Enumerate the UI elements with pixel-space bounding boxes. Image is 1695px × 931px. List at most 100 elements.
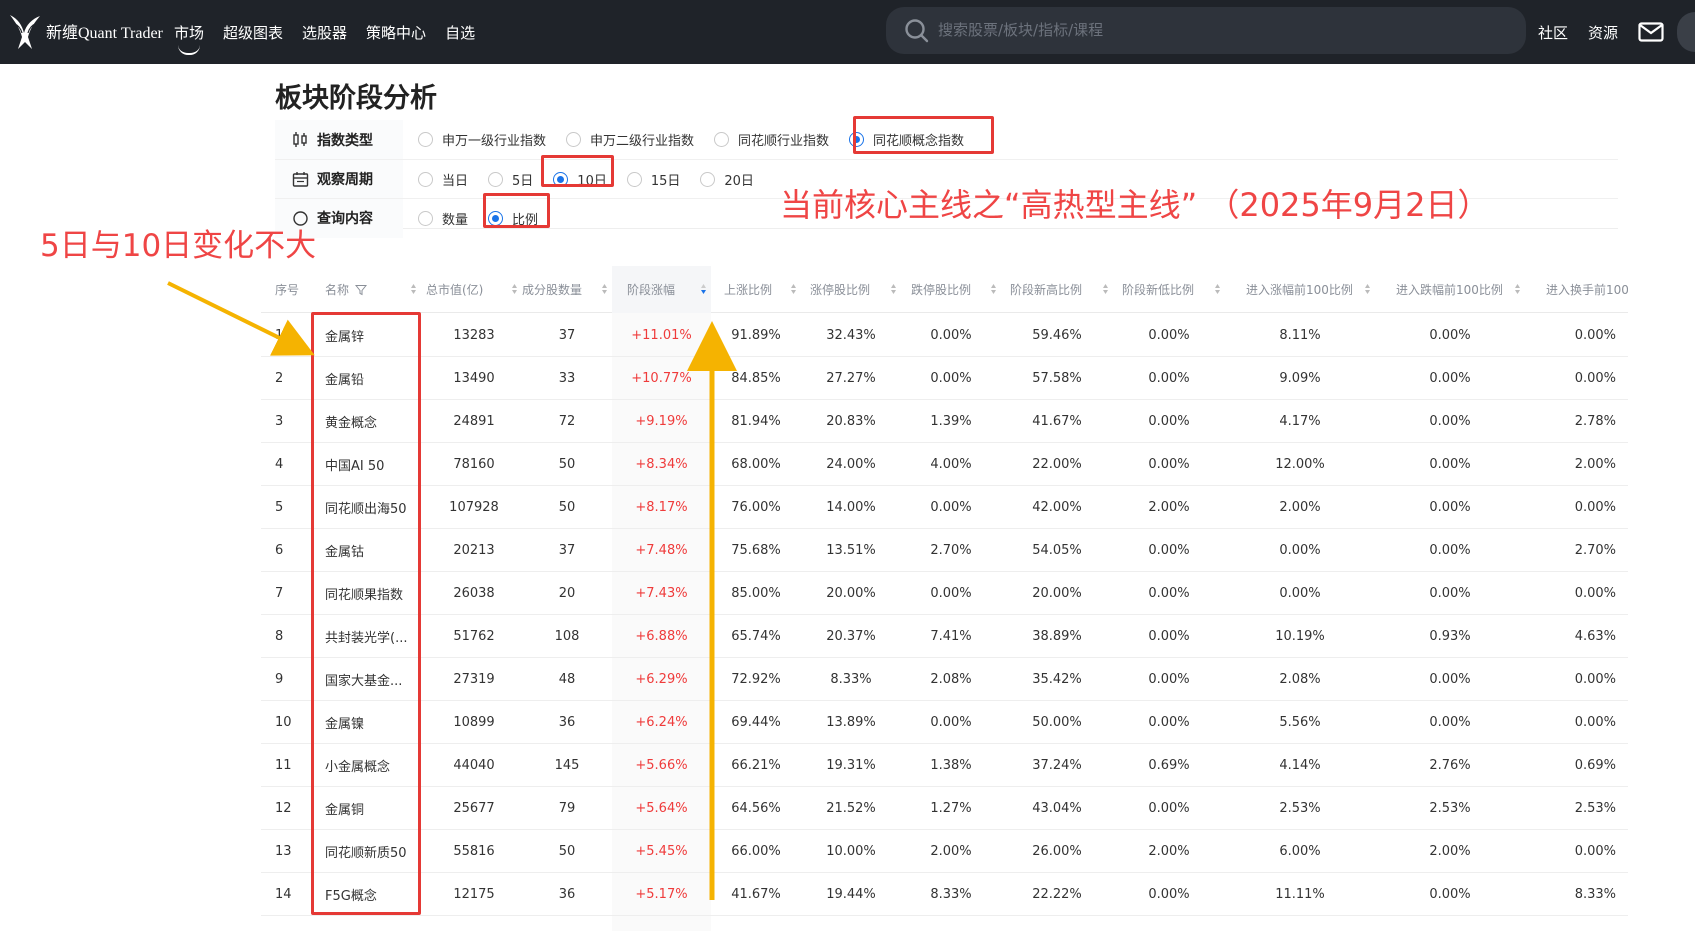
sort-icon[interactable]	[990, 283, 997, 295]
table-cell: 9.09%	[1279, 371, 1321, 386]
option-10d[interactable]: 10日	[553, 170, 607, 189]
sort-icon[interactable]	[790, 283, 797, 295]
table-cell: 8	[275, 629, 284, 644]
table-cell: 5	[275, 500, 284, 515]
nav-item-screener[interactable]: 选股器	[302, 22, 347, 43]
side-note-annotation: 5日与10日变化不大	[40, 228, 317, 264]
option-20d[interactable]: 20日	[700, 170, 754, 189]
table-cell: 11.11%	[1275, 887, 1325, 902]
table-cell: 22.22%	[1032, 887, 1082, 902]
table-row[interactable]: 9 国家大基金... 27319 48 +6.29% 72.92% 8.33% 2.08% 35…	[261, 658, 1628, 701]
sort-icon[interactable]	[890, 283, 897, 295]
table-cell: 20213	[453, 543, 495, 558]
table-cell[interactable]: 金属钴	[325, 529, 421, 572]
table-cell: 0.00%	[1148, 414, 1190, 429]
option-ratio[interactable]: 比例	[488, 209, 538, 228]
table-cell: 0.69%	[1574, 758, 1616, 773]
option-ths-industry[interactable]: 同花顺行业指数	[714, 130, 829, 149]
table-row[interactable]: 12 金属铜 25677 79 +5.64% 64.56% 21.52% 1.27% 43.04…	[261, 787, 1628, 830]
table-row[interactable]: 4 中国AI 50 78160 50 +8.34% 68.00% 24.00% 4.00% 22…	[261, 443, 1628, 486]
table-cell: 22.00%	[1032, 457, 1082, 472]
col-header-market-cap[interactable]: 总市值(亿)	[426, 266, 522, 313]
community-link[interactable]: 社区	[1538, 22, 1568, 43]
table-cell: 2.00%	[1148, 844, 1190, 859]
table-cell[interactable]: 同花顺新质50	[325, 830, 421, 873]
option-today[interactable]: 当日	[418, 170, 468, 189]
table-cell: 7.41%	[930, 629, 972, 644]
table-cell: +7.48%	[635, 543, 688, 558]
table-row[interactable]: 10 金属镍 10899 36 +6.24% 69.44% 13.89% 0.00% 50.00…	[261, 701, 1628, 744]
table-row[interactable]: 8 共封装光学(... 51762 108 +6.88% 65.74% 20.37% 7.41…	[261, 615, 1628, 658]
table-cell[interactable]: 金属锌	[325, 314, 421, 357]
table-cell: 20.00%	[826, 586, 876, 601]
avatar[interactable]	[1677, 12, 1695, 52]
option-sw-level2[interactable]: 申万二级行业指数	[566, 130, 694, 149]
table-cell: 4.00%	[930, 457, 972, 472]
option-sw-level1[interactable]: 申万一级行业指数	[418, 130, 546, 149]
table-cell[interactable]: 黄金概念	[325, 400, 421, 443]
table-cell[interactable]: 共封装光学(...	[325, 615, 421, 658]
mail-icon[interactable]	[1638, 22, 1664, 42]
col-header-stage-change[interactable]: 阶段涨幅	[612, 266, 711, 313]
sort-icon[interactable]	[1364, 283, 1371, 295]
col-header-top100-turnover-ratio[interactable]: 进入换手前100比	[1525, 266, 1628, 313]
table-cell: 4.14%	[1279, 758, 1321, 773]
col-header-new-low-ratio[interactable]: 阶段新低比例	[1113, 266, 1225, 313]
table-row[interactable]: 14 F5G概念 12175 36 +5.17% 41.67% 19.44% 8.33% 22.…	[261, 873, 1628, 916]
option-ths-concept[interactable]: 同花顺概念指数	[849, 130, 964, 149]
table-cell[interactable]: 小金属概念	[325, 744, 421, 787]
table-row[interactable]: 5 同花顺出海50 107928 50 +8.17% 76.00% 14.00% 0.00% 4…	[261, 486, 1628, 529]
table-cell[interactable]: 金属镍	[325, 701, 421, 744]
table-cell: 12175	[453, 887, 495, 902]
option-5d[interactable]: 5日	[488, 170, 533, 189]
logo[interactable]: 新缠Quant Trader	[8, 8, 163, 54]
nav-item-super-chart[interactable]: 超级图表	[223, 22, 283, 43]
sort-icon[interactable]	[1214, 283, 1221, 295]
sort-icon[interactable]	[1102, 283, 1109, 295]
table-cell[interactable]: 同花顺出海50	[325, 486, 421, 529]
table-cell: 27319	[453, 672, 495, 687]
table-cell: 1.27%	[930, 801, 972, 816]
table-cell: 0.93%	[1429, 629, 1471, 644]
col-header-constituents[interactable]: 成分股数量	[522, 266, 612, 313]
table-row[interactable]: 7 同花顺果指数 26038 20 +7.43% 85.00% 20.00% 0.00% 20.…	[261, 572, 1628, 615]
col-header-up-ratio[interactable]: 上涨比例	[711, 266, 801, 313]
table-row[interactable]: 2 金属铅 13490 33 +10.77% 84.85% 27.27% 0.00% 57.58…	[261, 357, 1628, 400]
table-cell[interactable]: 中国AI 50	[325, 443, 421, 486]
table-row[interactable]: 1 金属锌 13283 37 +11.01% 91.89% 32.43% 0.00% 59.46…	[261, 314, 1628, 357]
sort-icon[interactable]	[511, 283, 518, 295]
search-bar[interactable]	[886, 7, 1526, 54]
sort-icon[interactable]	[1514, 283, 1521, 295]
table-cell[interactable]: 金属铅	[325, 357, 421, 400]
table-row[interactable]: 6 金属钴 20213 37 +7.48% 75.68% 13.51% 2.70% 54.05%…	[261, 529, 1628, 572]
col-header-name[interactable]: 名称	[325, 266, 421, 313]
col-header-limit-down-ratio[interactable]: 跌停股比例	[901, 266, 1001, 313]
col-header-limit-up-ratio[interactable]: 涨停股比例	[801, 266, 901, 313]
resources-link[interactable]: 资源	[1588, 22, 1618, 43]
table-row[interactable]: 3 黄金概念 24891 72 +9.19% 81.94% 20.83% 1.39% 41.67…	[261, 400, 1628, 443]
sort-desc-icon[interactable]	[700, 283, 707, 295]
table-cell: 0.00%	[1574, 672, 1616, 687]
filter-icon[interactable]	[355, 284, 368, 296]
table-row[interactable]: 13 同花顺新质50 55816 50 +5.45% 66.00% 10.00% 2.00% 2…	[261, 830, 1628, 873]
option-15d[interactable]: 15日	[626, 170, 680, 189]
col-header-new-high-ratio[interactable]: 阶段新高比例	[1001, 266, 1113, 313]
table-cell[interactable]: F5G概念	[325, 873, 421, 916]
col-header-top100-gain-ratio[interactable]: 进入涨幅前100比例	[1225, 266, 1375, 313]
table-cell: 37	[558, 328, 576, 343]
nav-item-market[interactable]: 市场	[174, 22, 204, 55]
nav-item-strategy-center[interactable]: 策略中心	[366, 22, 426, 43]
col-header-top100-loss-ratio[interactable]: 进入跌幅前100比例	[1375, 266, 1525, 313]
table-cell[interactable]: 金属铜	[325, 787, 421, 830]
table-row[interactable]: 11 小金属概念 44040 145 +5.66% 66.21% 19.31% 1.38% 37…	[261, 744, 1628, 787]
table-cell: 0.00%	[1574, 844, 1616, 859]
table-cell[interactable]: 同花顺果指数	[325, 572, 421, 615]
search-input[interactable]	[938, 15, 1498, 45]
table-cell[interactable]: 国家大基金...	[325, 658, 421, 701]
sort-icon[interactable]	[601, 283, 608, 295]
filter-row-index-type: 指数类型 申万一级行业指数 申万二级行业指数 同花顺行业指数 同花顺概念指数	[275, 120, 1618, 159]
sort-icon[interactable]	[410, 283, 417, 295]
table-cell: 2.53%	[1574, 801, 1616, 816]
nav-item-watchlist[interactable]: 自选	[445, 22, 475, 43]
option-count[interactable]: 数量	[418, 209, 468, 228]
